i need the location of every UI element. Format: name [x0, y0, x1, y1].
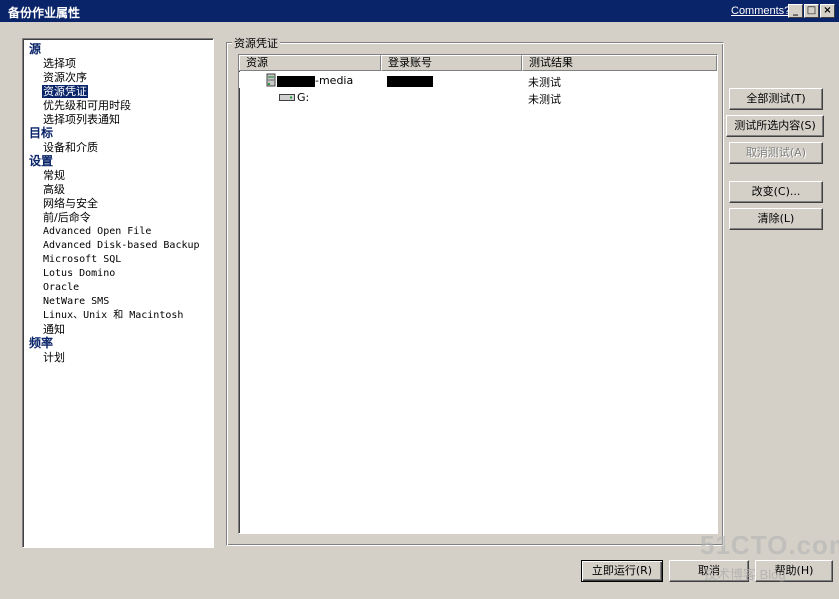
watermark-blog: 技术博客 Blog — [704, 567, 786, 582]
clear-button[interactable]: 清除(L) — [729, 208, 823, 230]
tree-item-priority-availability[interactable]: 优先级和可用时段 — [43, 99, 131, 112]
tree-item-linux-unix-mac[interactable]: Linux、Unix 和 Macintosh — [43, 309, 183, 322]
redacted-login-account — [387, 75, 433, 87]
drive-icon — [279, 92, 295, 105]
close-button[interactable]: × — [820, 4, 835, 18]
server-login-account — [387, 74, 433, 87]
test-selected-button[interactable]: 测试所选内容(S) — [726, 115, 824, 137]
tree-item-advanced[interactable]: 高级 — [43, 183, 65, 196]
tree-item-advanced-disk-backup[interactable]: Advanced Disk-based Backup — [43, 239, 200, 252]
credentials-listview[interactable]: 资源 登录账号 测试结果 -media 未测试 G: 未测试 — [238, 54, 718, 534]
drive-test-result: 未测试 — [528, 93, 561, 106]
column-header-resource[interactable]: 资源 — [239, 55, 381, 71]
tree-section-destination[interactable]: 目标 — [29, 127, 53, 140]
tree-item-advanced-open-file[interactable]: Advanced Open File — [43, 225, 151, 238]
column-header-test-result[interactable]: 测试结果 — [522, 55, 717, 71]
tree-item-schedule[interactable]: 计划 — [43, 351, 65, 364]
tree-item-netware-sms[interactable]: NetWare SMS — [43, 295, 109, 308]
credentials-group-label: 资源凭证 — [232, 35, 280, 51]
tree-item-oracle[interactable]: Oracle — [43, 281, 79, 294]
tree-item-selections[interactable]: 选择项 — [43, 57, 76, 70]
list-row-server[interactable]: -media 未测试 — [239, 72, 717, 90]
cancel-test-button[interactable]: 取消测试(A) — [729, 142, 823, 164]
tree-item-selection-list-notification[interactable]: 选择项列表通知 — [43, 113, 120, 126]
tree-section-settings[interactable]: 设置 — [29, 155, 53, 168]
window-titlebar[interactable]: 备份作业属性 Comments? _ □ × — [0, 0, 839, 22]
watermark-51cto: 51CTO.com — [700, 530, 839, 560]
tree-item-general[interactable]: 常规 — [43, 169, 65, 182]
properties-tree[interactable]: 源 选择项 资源次序 资源凭证 优先级和可用时段 选择项列表通知 目标 设备和介… — [22, 38, 214, 548]
tree-item-microsoft-sql[interactable]: Microsoft SQL — [43, 253, 121, 266]
tree-item-network-security[interactable]: 网络与安全 — [43, 197, 98, 210]
tree-item-notification[interactable]: 通知 — [43, 323, 65, 336]
change-button[interactable]: 改变(C)... — [729, 181, 823, 203]
tree-section-frequency[interactable]: 频率 — [29, 337, 53, 350]
tree-item-lotus-domino[interactable]: Lotus Domino — [43, 267, 115, 280]
tree-item-resource-credentials[interactable]: 资源凭证 — [42, 85, 88, 98]
redacted-server-name — [277, 75, 315, 87]
tree-item-pre-post-commands[interactable]: 前/后命令 — [43, 211, 91, 224]
server-test-result: 未测试 — [528, 76, 561, 89]
maximize-button[interactable]: □ — [804, 4, 819, 18]
list-row-drive[interactable]: G: 未测试 — [239, 89, 717, 106]
tree-item-resource-order[interactable]: 资源次序 — [43, 71, 87, 84]
column-header-login-account[interactable]: 登录账号 — [381, 55, 522, 71]
server-resource-name: -media — [277, 74, 353, 87]
server-icon — [265, 73, 277, 90]
server-name-suffix: -media — [315, 74, 354, 87]
test-all-button[interactable]: 全部测试(T) — [729, 88, 823, 110]
tree-section-source[interactable]: 源 — [29, 43, 41, 56]
window-title: 备份作业属性 — [8, 6, 81, 20]
minimize-button[interactable]: _ — [788, 4, 803, 18]
drive-resource-name: G: — [297, 91, 310, 104]
comments-link[interactable]: Comments? — [731, 5, 790, 17]
tree-item-device-media[interactable]: 设备和介质 — [43, 141, 98, 154]
run-now-button[interactable]: 立即运行(R) — [581, 560, 663, 582]
